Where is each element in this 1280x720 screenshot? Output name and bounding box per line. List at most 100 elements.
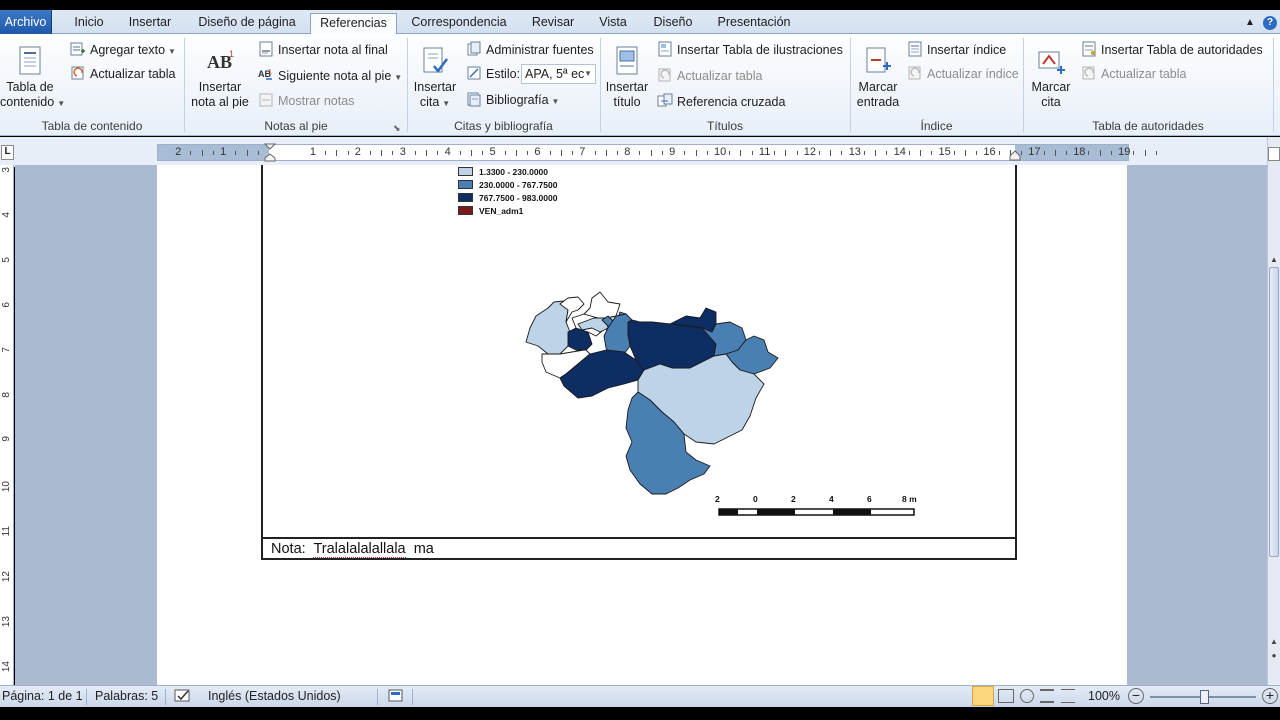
figure-note[interactable]: Nota: Tralalalalallala ma (271, 541, 434, 558)
marcar-cita-button[interactable]: Marcar cita (1025, 46, 1077, 110)
ruler-tick (953, 151, 955, 155)
tab-diseno[interactable]: Diseño (645, 13, 701, 34)
tabla-contenido-button[interactable]: Tabla de contenido ▼ (0, 46, 65, 111)
vertical-ruler[interactable]: 3 4 5 6 7 8 9 10 11 12 13 14 (0, 165, 14, 685)
ruler-number: 19 (1118, 146, 1131, 158)
ruler-tick (639, 151, 641, 155)
zoom-level[interactable]: 100% (1088, 689, 1120, 703)
estilo-select[interactable]: APA, 5ª ec ▼ (521, 64, 596, 84)
next-footnote-icon: AB1 (258, 69, 272, 80)
status-language[interactable]: Inglés (Estados Unidos) (208, 689, 341, 703)
ruler-tick (560, 150, 562, 156)
status-bar: Página: 1 de 1 Palabras: 5 Inglés (Estad… (0, 685, 1280, 707)
siguiente-nota-label: Siguiente nota al pie (278, 69, 392, 83)
ruler-tick (650, 150, 652, 156)
ribbon-tabs: Archivo Inicio Insertar Diseño de página… (0, 10, 1280, 35)
view-ruler-icon[interactable] (1268, 147, 1280, 161)
help-icon[interactable]: ? (1262, 12, 1278, 33)
endnote-icon (259, 41, 273, 57)
tab-selector[interactable]: L (1, 145, 14, 160)
insertar-nota-pie-button[interactable]: AB 1 Insertar nota al pie (186, 46, 254, 110)
ruler-number: 1 (309, 146, 317, 158)
horizontal-ruler[interactable]: 2 1 1 2 3 4 5 6 7 8 9 10 11 12 13 14 15 16 17 18 19 (157, 144, 1157, 161)
actualizar-tabla-autoridades-button[interactable]: Actualizar tabla (1081, 64, 1186, 84)
minimize-ribbon-icon[interactable]: ▲ (1243, 13, 1257, 34)
ruler-tick (1088, 151, 1090, 155)
legend-swatch (458, 167, 473, 176)
ruler-tick (482, 151, 484, 155)
actualizar-tabla-label: Actualizar tabla (677, 69, 763, 83)
draft-view-icon[interactable] (1061, 689, 1075, 703)
proofing-icon[interactable] (174, 687, 194, 708)
update-table-icon (658, 68, 671, 82)
ruler-number: 9 (669, 146, 676, 158)
group-tabla-contenido: Tabla de contenido (41, 119, 143, 133)
actualizar-indice-button[interactable]: Actualizar índice (907, 64, 1019, 84)
tab-archivo[interactable]: Archivo (0, 10, 52, 34)
ruler-tick (931, 151, 933, 155)
zoom-slider-thumb[interactable] (1200, 690, 1209, 704)
zoom-in-button[interactable]: + (1262, 688, 1278, 704)
insertar-titulo-button[interactable]: Insertar título (602, 46, 652, 110)
marcar-entrada-button[interactable]: Marcar entrada (852, 46, 904, 110)
macro-record-icon[interactable] (388, 688, 404, 707)
actualizar-tabla-titulos-button[interactable]: Actualizar tabla (657, 66, 762, 86)
scrollbar-thumb[interactable] (1269, 267, 1279, 557)
insertar-tabla-ilustraciones-button[interactable]: Insertar Tabla de ilustraciones (657, 40, 843, 60)
chevron-down-icon: ▼ (584, 69, 592, 78)
web-layout-icon[interactable] (1020, 689, 1034, 703)
administrar-fuentes-button[interactable]: Administrar fuentes (466, 40, 594, 60)
tab-inicio[interactable]: Inicio (64, 13, 114, 34)
actualizar-tabla-toc-button[interactable]: Actualizar tabla (70, 64, 175, 84)
right-indent-marker[interactable] (1009, 149, 1021, 161)
print-layout-view-icon[interactable] (972, 686, 994, 706)
dialog-launcher-icon[interactable]: ⬊ (393, 118, 401, 138)
status-divider (165, 689, 166, 705)
select-browse-object-icon[interactable]: ● (1268, 651, 1280, 663)
status-page[interactable]: Página: 1 de 1 (2, 689, 83, 703)
chevron-down-icon: ▼ (442, 99, 451, 108)
insertar-indice-label: Insertar índice (927, 43, 1007, 57)
insertar-nota-final-button[interactable]: Insertar nota al final (258, 40, 388, 60)
scale-bar-graphic (718, 508, 915, 516)
referencia-cruzada-button[interactable]: Referencia cruzada (657, 92, 785, 112)
ruler-number: 2 (175, 146, 182, 158)
scroll-up-arrow[interactable]: ▲ (1268, 255, 1280, 267)
outline-view-icon[interactable] (1040, 689, 1054, 703)
agregar-texto-button[interactable]: Agregar texto ▼ (70, 40, 176, 60)
insertar-indice-button[interactable]: Insertar índice (907, 40, 1006, 60)
ruler-number: 5 (1, 256, 12, 263)
tab-correspondencia[interactable]: Correspondencia (402, 13, 516, 34)
ruler-tick (1110, 151, 1112, 155)
legend-item: 230.0000 - 767.7500 (458, 180, 557, 193)
scale-label: 8 m (902, 494, 917, 504)
ruler-tick (729, 151, 731, 155)
tab-diseno-pagina[interactable]: Diseño de página (188, 13, 306, 34)
ruler-tick (605, 150, 607, 156)
zoom-out-button[interactable]: − (1128, 688, 1144, 704)
scale-label: 2 (791, 494, 796, 504)
indent-marker[interactable] (263, 143, 277, 162)
estilo-row: Estilo: (466, 64, 520, 84)
siguiente-nota-button[interactable]: AB 1 Siguiente nota al pie ▼ (258, 66, 402, 86)
status-words[interactable]: Palabras: 5 (95, 689, 158, 703)
tab-presentacion[interactable]: Presentación (710, 13, 798, 34)
tab-vista[interactable]: Vista (590, 13, 636, 34)
actualizar-tabla-label: Actualizar tabla (90, 67, 176, 81)
legend-label: 1.3300 - 230.0000 (479, 167, 549, 177)
bibliografia-button[interactable]: Bibliografía ▼ (466, 90, 559, 110)
prev-page-icon[interactable]: ▲ (1268, 637, 1280, 649)
vertical-scrollbar[interactable]: ▲ ▲ ● (1267, 137, 1280, 685)
legend-item: 767.7500 - 983.0000 (458, 193, 557, 206)
full-screen-reading-icon[interactable] (998, 689, 1014, 703)
tab-revisar[interactable]: Revisar (525, 13, 581, 34)
tab-insertar[interactable]: Insertar (122, 13, 178, 34)
insertar-tabla-autoridades-button[interactable]: Insertar Tabla de autoridades (1081, 40, 1263, 60)
ruler-tick (616, 151, 618, 155)
insertar-cita-button[interactable]: Insertar cita ▼ (409, 46, 461, 111)
mostrar-notas-button[interactable]: Mostrar notas (258, 91, 354, 111)
ruler-number: 7 (579, 146, 586, 158)
ruler-tick (572, 151, 574, 155)
tab-referencias[interactable]: Referencias (310, 13, 397, 35)
ruler-number: 3 (399, 146, 406, 158)
